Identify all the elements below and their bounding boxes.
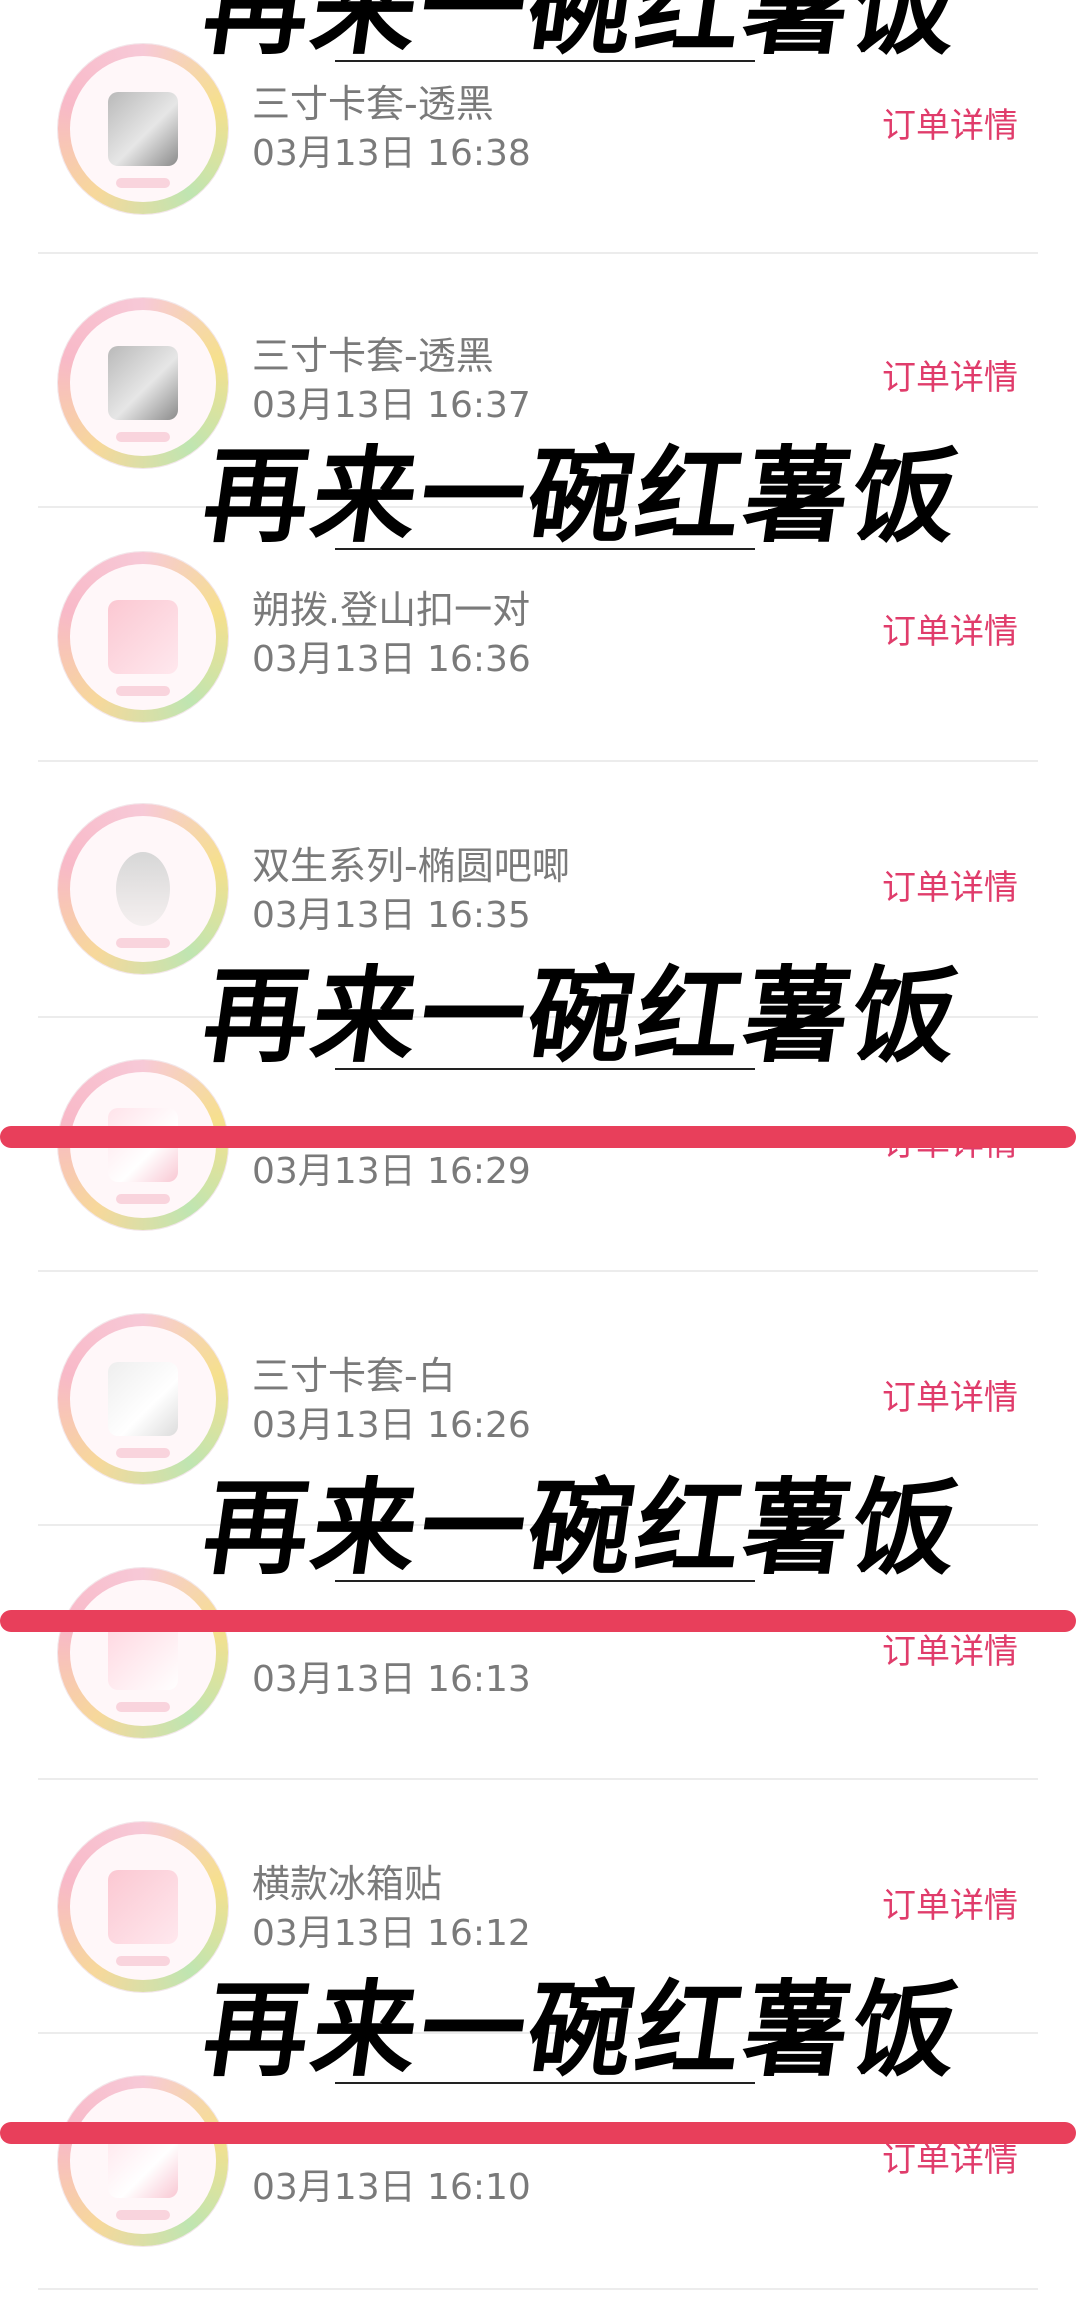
row-divider bbox=[38, 2288, 1038, 2290]
order-detail-link[interactable]: 订单详情 bbox=[882, 1376, 1018, 1420]
order-row[interactable]: 三寸卡套-白 03月13日 16:26 订单详情 bbox=[0, 1272, 1076, 1526]
product-title: 三寸卡套-白 bbox=[252, 1354, 456, 1398]
product-thumbnail[interactable] bbox=[58, 298, 228, 468]
product-thumbnail[interactable] bbox=[58, 1568, 228, 1738]
order-detail-link[interactable]: 订单详情 bbox=[882, 2138, 1018, 2182]
product-thumbnail[interactable] bbox=[58, 2076, 228, 2246]
product-thumbnail[interactable] bbox=[58, 1314, 228, 1484]
product-thumbnail[interactable] bbox=[58, 804, 228, 974]
order-row[interactable]: 三寸卡套-透黑 03月13日 16:38 订单详情 bbox=[0, 0, 1076, 254]
order-time: 03月13日 16:36 bbox=[252, 639, 531, 680]
order-time: 03月13日 16:10 bbox=[252, 2167, 531, 2208]
card-sleeve-black-icon bbox=[108, 346, 178, 420]
order-time: 03月13日 16:26 bbox=[252, 1405, 531, 1446]
order-detail-link[interactable]: 订单详情 bbox=[882, 866, 1018, 910]
carabiner-icon bbox=[108, 600, 178, 674]
order-time: 03月13日 16:37 bbox=[252, 385, 531, 426]
card-sleeve-white-icon bbox=[108, 1362, 178, 1436]
order-row[interactable]: 三寸卡套-透黑 03月13日 16:37 订单详情 bbox=[0, 254, 1076, 508]
order-time: 03月13日 16:13 bbox=[252, 1659, 531, 1700]
order-row[interactable]: 03月13日 16:13 订单详情 bbox=[0, 1526, 1076, 1780]
product-thumbnail[interactable] bbox=[58, 44, 228, 214]
order-detail-link[interactable]: 订单详情 bbox=[882, 1884, 1018, 1928]
order-detail-link[interactable]: 订单详情 bbox=[882, 1630, 1018, 1674]
order-row[interactable]: 朔拨.登山扣一对 03月13日 16:36 订单详情 bbox=[0, 508, 1076, 762]
order-detail-link[interactable]: 订单详情 bbox=[882, 610, 1018, 654]
product-title: 横款冰箱贴 bbox=[252, 1862, 443, 1906]
product-title: 双生系列-椭圆吧唧 bbox=[252, 844, 570, 888]
order-row[interactable]: 双生系列-椭圆吧唧 03月13日 16:35 订单详情 bbox=[0, 762, 1076, 1016]
order-time: 03月13日 16:35 bbox=[252, 895, 531, 936]
order-time: 03月13日 16:38 bbox=[252, 133, 531, 174]
fridge-magnet-icon bbox=[108, 1870, 178, 1944]
product-title: 三寸卡套-透黑 bbox=[252, 82, 494, 126]
product-title: 朔拨.登山扣一对 bbox=[252, 588, 531, 632]
strike-line bbox=[0, 1610, 1076, 1632]
order-row[interactable]: 横款冰箱贴 03月13日 16:12 订单详情 bbox=[0, 1780, 1076, 2034]
product-title: 三寸卡套-透黑 bbox=[252, 334, 494, 378]
order-row[interactable]: 03月13日 16:10 订单详情 bbox=[0, 2034, 1076, 2288]
order-time: 03月13日 16:12 bbox=[252, 1913, 531, 1954]
order-time: 03月13日 16:29 bbox=[252, 1151, 531, 1192]
order-detail-link[interactable]: 订单详情 bbox=[882, 104, 1018, 148]
strike-line bbox=[0, 2122, 1076, 2144]
product-thumbnail[interactable] bbox=[58, 552, 228, 722]
order-detail-link[interactable]: 订单详情 bbox=[882, 356, 1018, 400]
product-thumbnail[interactable] bbox=[58, 1822, 228, 1992]
order-list: 三寸卡套-透黑 03月13日 16:38 订单详情 三寸卡套-透黑 03月13日… bbox=[0, 0, 1076, 2308]
oval-badge-icon bbox=[116, 852, 170, 926]
strike-line bbox=[0, 1126, 1076, 1148]
card-sleeve-black-icon bbox=[108, 92, 178, 166]
